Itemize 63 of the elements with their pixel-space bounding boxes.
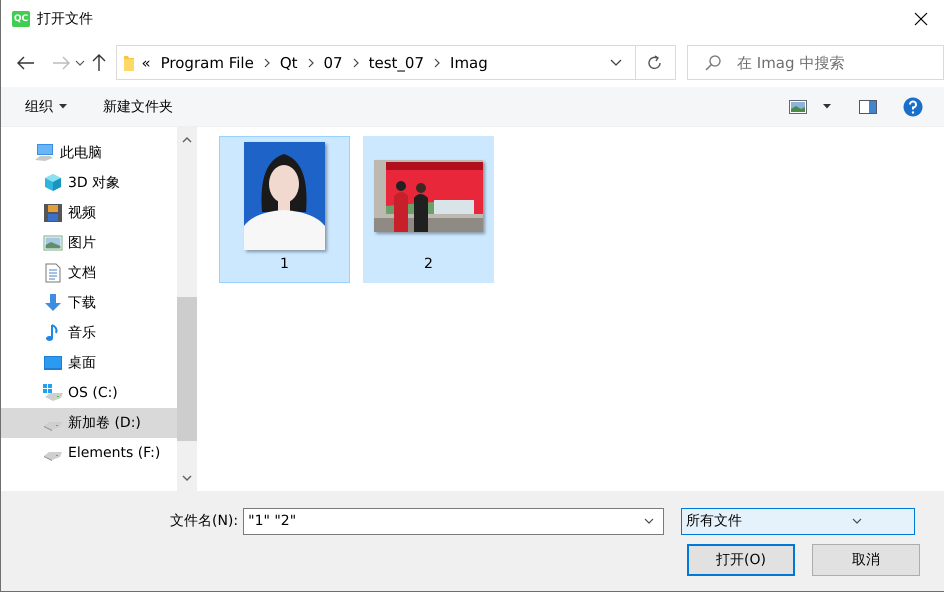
folder-icon (123, 54, 136, 72)
close-icon[interactable] (914, 12, 928, 26)
search-icon (705, 55, 721, 72)
sidebar-item[interactable]: 图片 (1, 228, 177, 258)
back-arrow-icon[interactable] (17, 56, 36, 70)
chevron-icon (434, 58, 440, 68)
sidebar-item[interactable]: 文档 (1, 258, 177, 288)
breadcrumb-item[interactable]: 07 (320, 54, 347, 72)
scroll-up-icon[interactable] (182, 136, 192, 143)
file-name: 2 (424, 256, 433, 272)
file-name-field[interactable]: "1" "2" (243, 508, 664, 535)
app-logo: QC (12, 11, 30, 27)
chevron-icon (352, 58, 359, 68)
breadcrumb-item[interactable]: Program File (156, 54, 258, 72)
up-arrow-icon[interactable] (92, 54, 106, 72)
drive-icon (43, 450, 63, 461)
sidebar-item[interactable]: 桌面 (1, 348, 177, 378)
breadcrumb-item[interactable]: Qt (276, 54, 302, 72)
sidebar-item[interactable]: 音乐 (1, 318, 177, 348)
sidebar-item[interactable]: 视频 (1, 198, 177, 228)
address-bar[interactable]: « Program File Qt 07 test_07 Imag (116, 45, 636, 80)
search-field[interactable]: 在 Imag 中搜索 (687, 45, 944, 80)
file-thumbnail[interactable]: 1 (219, 136, 350, 283)
organize-button[interactable]: 组织 (25, 92, 67, 121)
chevron-icon (264, 58, 270, 68)
sidebar-item[interactable]: 3D 对象 (1, 168, 177, 198)
dropdown-caret-icon[interactable] (610, 59, 622, 66)
file-type-dropdown[interactable]: 所有文件 (681, 508, 916, 535)
dropdown-caret-icon (644, 518, 654, 524)
file-name: 1 (280, 256, 289, 272)
file-name-label: 文件名(N): (170, 512, 238, 530)
cube-icon (43, 172, 63, 193)
help-icon[interactable] (903, 96, 923, 117)
sidebar-item[interactable]: 此电脑 (1, 138, 177, 168)
document-icon (43, 262, 63, 283)
breadcrumb-item[interactable]: test_07 (364, 54, 428, 72)
chevron-icon (308, 58, 314, 68)
dialog-button[interactable]: 取消 (812, 544, 920, 576)
picture-icon (43, 232, 63, 253)
download-arrow-icon (43, 292, 63, 313)
new-folder-button[interactable]: 新建文件夹 (103, 92, 173, 121)
caret-icon[interactable] (823, 104, 831, 110)
scrollbar-thumb[interactable] (177, 296, 197, 441)
preview-pane-icon[interactable] (859, 100, 877, 114)
dropdown-caret-icon (852, 518, 862, 524)
dialog-button[interactable]: 打开(O) (687, 544, 795, 576)
refresh-icon[interactable] (647, 54, 664, 71)
caret-icon (59, 104, 67, 110)
view-picture-icon[interactable] (789, 100, 807, 114)
breadcrumb-item[interactable]: Imag (446, 54, 492, 72)
sidebar-item[interactable]: 下载 (1, 288, 177, 318)
file-thumbnail[interactable]: 2 (363, 136, 494, 283)
computer-icon (35, 142, 55, 163)
drive-icon (43, 420, 63, 431)
scroll-down-icon[interactable] (182, 474, 192, 481)
sidebar-item[interactable]: OS (C:) (1, 378, 177, 408)
caret-icon[interactable] (74, 60, 85, 66)
drive-icon (43, 382, 63, 403)
sidebar-item[interactable]: 新加卷 (D:) (1, 408, 177, 438)
sidebar-item[interactable]: Elements (F:) (1, 438, 177, 468)
overflow-chevron[interactable]: « (135, 54, 157, 72)
film-icon (43, 202, 63, 223)
window-title: 打开文件 (37, 10, 94, 28)
